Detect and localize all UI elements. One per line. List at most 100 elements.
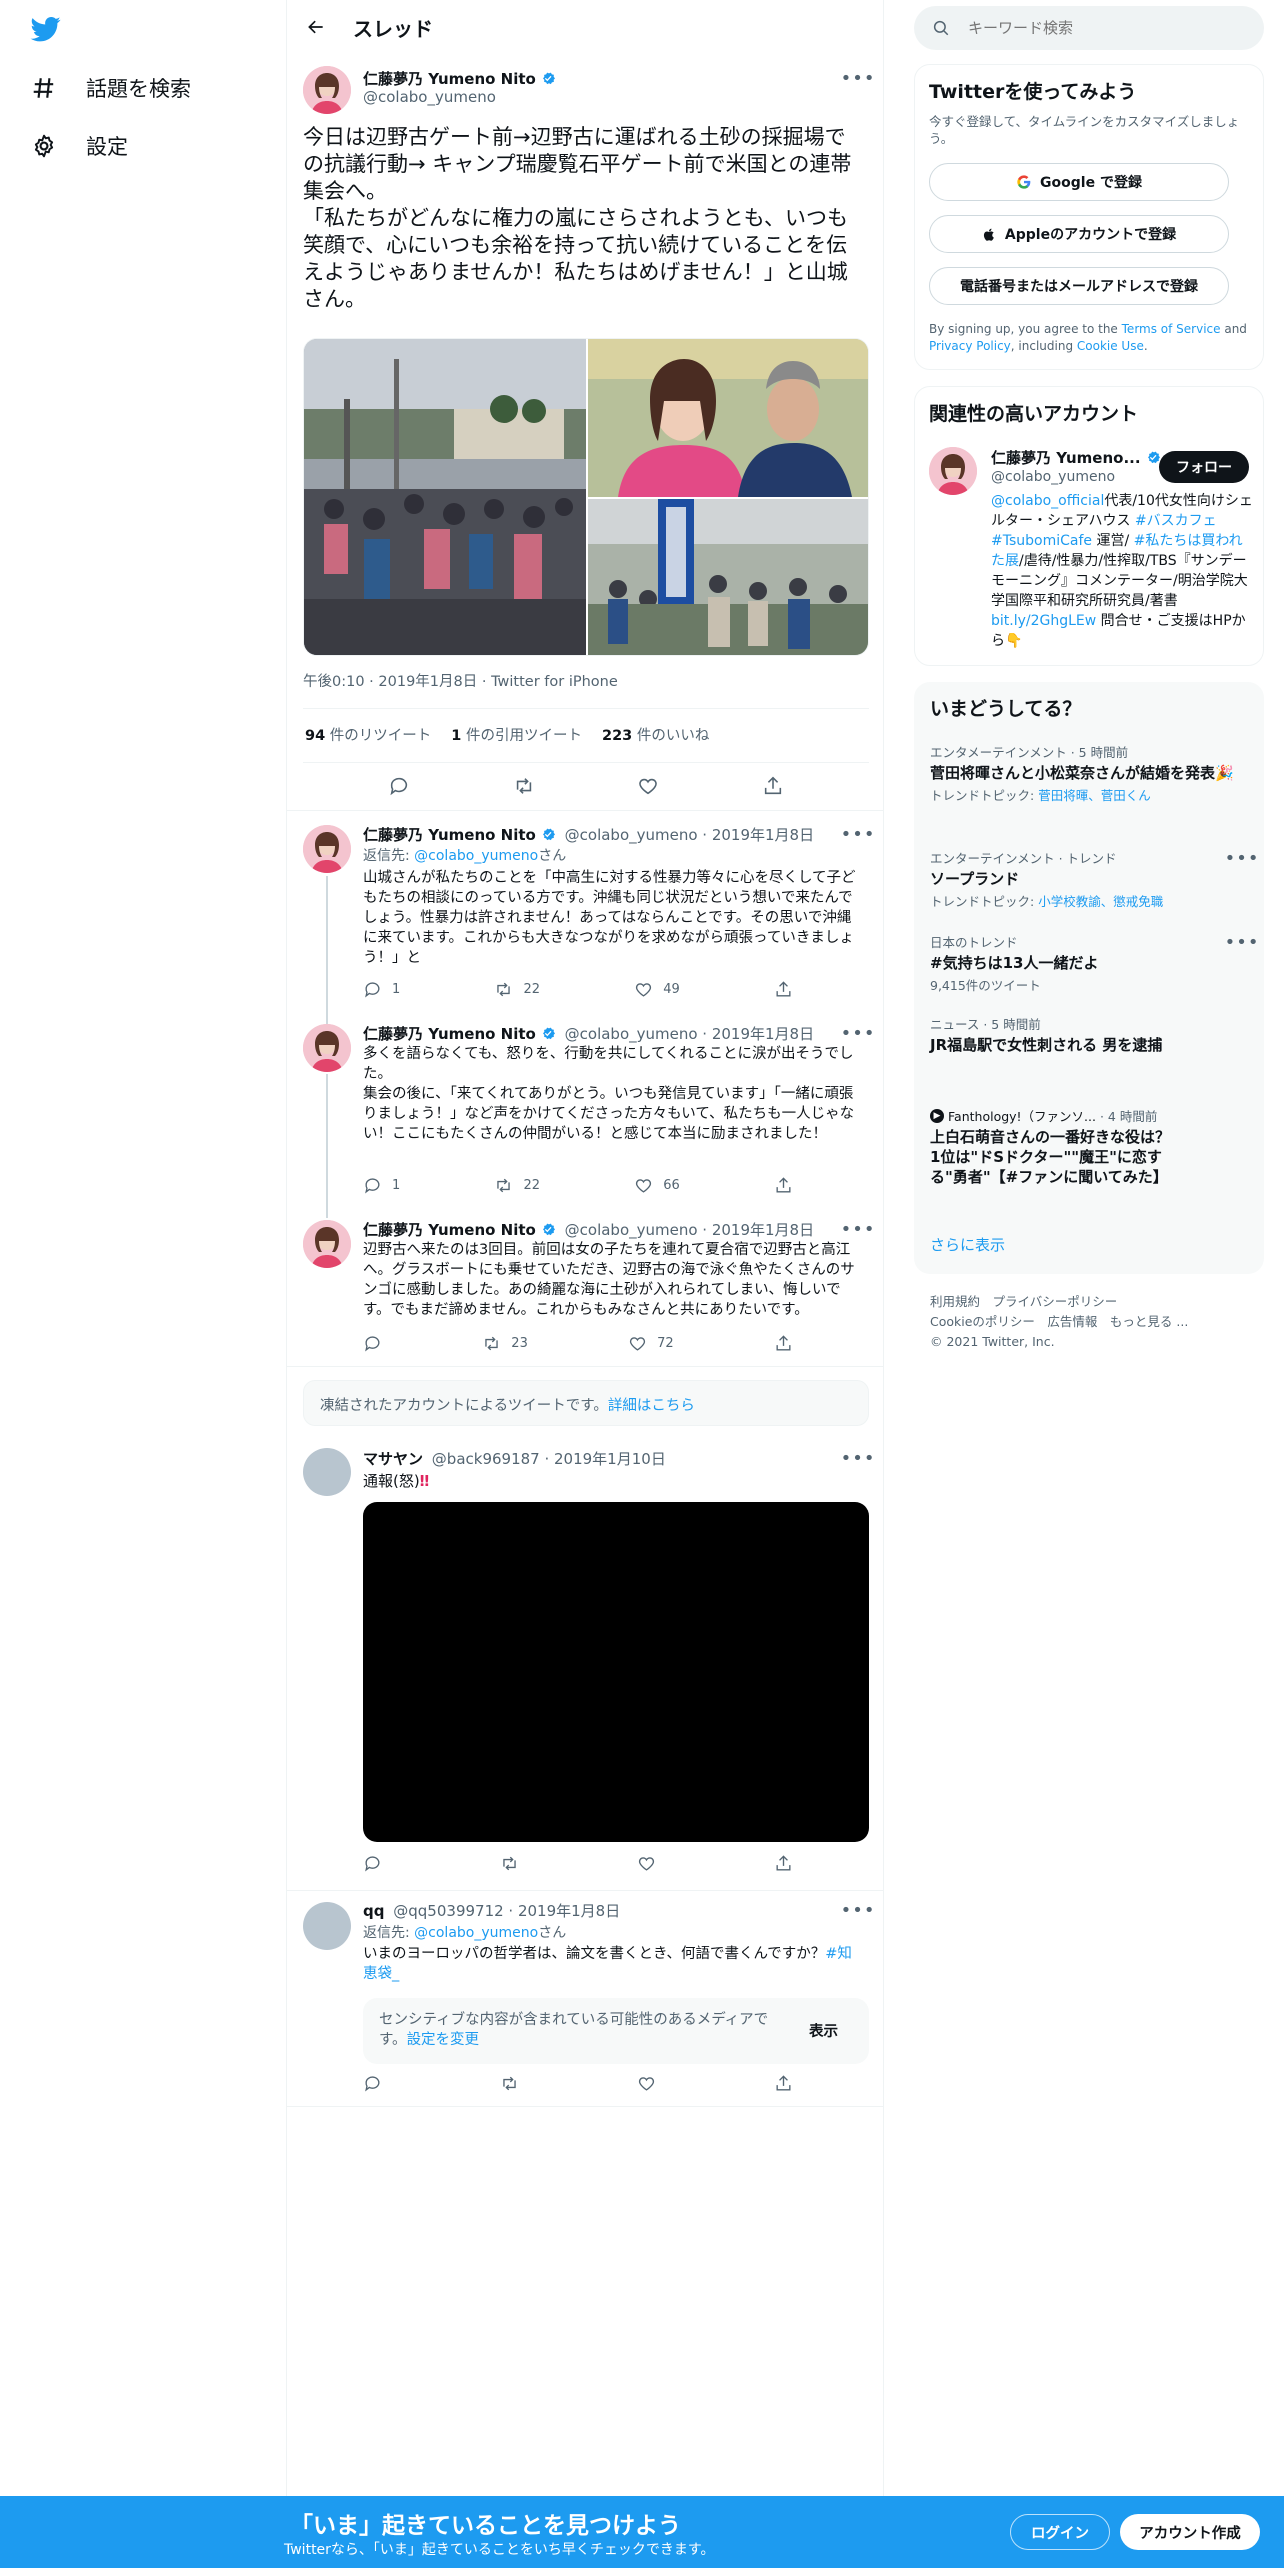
share-icon <box>764 776 781 795</box>
retweet-button[interactable]: 23 <box>482 1334 528 1353</box>
avatar[interactable] <box>303 1448 351 1496</box>
tweet-author[interactable]: 仁藤夢乃 Yumeno Nito <box>363 68 556 89</box>
search-box[interactable] <box>914 6 1264 50</box>
like-button[interactable] <box>637 1854 656 1873</box>
bio-hashtag-buscafe[interactable]: #バスカフェ <box>1135 513 1217 529</box>
reply-button[interactable]: 1 <box>363 1176 400 1195</box>
like-button[interactable]: 72 <box>628 1334 674 1353</box>
tweet-photo-2[interactable] <box>588 339 869 497</box>
tweet-timestamp[interactable]: 午後0:10 · 2019年1月8日 · Twitter for iPhone <box>303 670 618 691</box>
show-media-button[interactable]: 表示 <box>809 2020 838 2041</box>
related-account-name[interactable]: 仁藤夢乃 Yumeno... <box>991 447 1161 468</box>
retweet-button[interactable]: 22 <box>494 1176 540 1195</box>
reply-author[interactable]: 仁藤夢乃 Yumeno Nito @colabo_yumeno · 2019年1… <box>363 1219 814 1240</box>
like-button[interactable] <box>637 775 659 797</box>
bio-mention-link[interactable]: @colabo_official <box>991 493 1104 509</box>
twitter-logo-icon[interactable] <box>30 14 62 44</box>
share-button[interactable] <box>762 775 784 797</box>
verified-badge-icon <box>542 828 555 841</box>
bio-hashtag-tsubomicafe[interactable]: #TsubomiCafe <box>991 533 1092 549</box>
avatar[interactable] <box>303 1024 351 1072</box>
apple-signup-button[interactable]: Appleのアカウントで登録 <box>929 215 1229 253</box>
tweet-video[interactable] <box>363 1502 869 1842</box>
like-count-link[interactable]: 223 件のいいね <box>602 724 709 745</box>
more-options-icon[interactable]: ••• <box>841 1446 875 1470</box>
like-count: 223 <box>602 728 633 744</box>
reply-to-link[interactable]: @colabo_yumeno <box>414 848 538 864</box>
change-settings-link[interactable]: 設定を変更 <box>407 2032 480 2048</box>
login-button[interactable]: ログイン <box>1010 2514 1110 2550</box>
back-arrow-icon[interactable] <box>299 10 333 44</box>
trend-item[interactable]: エンターテインメント · トレンド ソープランド トレンドトピック: 小学校教諭… <box>930 848 1240 910</box>
avatar[interactable] <box>929 447 977 495</box>
tweet-author[interactable]: マサヤン @back969187 · 2019年1月10日 <box>363 1448 666 1469</box>
quote-count-link[interactable]: 1 件の引用ツイート <box>451 724 582 745</box>
reply-button[interactable] <box>388 775 410 797</box>
more-options-icon[interactable]: ••• <box>841 1898 875 1922</box>
avatar[interactable] <box>303 1902 351 1950</box>
more-options-icon[interactable]: ••• <box>841 66 875 90</box>
share-button[interactable] <box>774 2074 793 2093</box>
footer-line-2[interactable]: Cookieのポリシー 広告情報 もっと見る ... <box>930 1312 1188 1332</box>
footer-line-1[interactable]: 利用規約 プライバシーポリシー <box>930 1292 1188 1312</box>
search-input[interactable] <box>968 19 1218 37</box>
phone-email-signup-button[interactable]: 電話番号またはメールアドレスで登録 <box>929 267 1229 305</box>
avatar[interactable] <box>303 1220 351 1268</box>
like-button[interactable] <box>637 2074 656 2093</box>
more-options-icon[interactable]: ••• <box>841 1217 875 1241</box>
signup-button[interactable]: アカウント作成 <box>1120 2514 1260 2550</box>
retweet-button[interactable] <box>500 1854 519 1873</box>
share-button[interactable] <box>774 1176 793 1195</box>
bio-url-link[interactable]: bit.ly/2GhgLEw <box>991 613 1096 629</box>
frozen-notice-link[interactable]: 詳細はこちら <box>608 1398 695 1414</box>
trend-sub-links[interactable]: 菅田将暉、菅田くん <box>1038 788 1151 803</box>
trend-item[interactable]: ニュース · 5 時間前 JR福島駅で女性刺される 男を逮捕 <box>930 1014 1240 1055</box>
follow-button[interactable]: フォロー <box>1159 451 1249 483</box>
retweet-button[interactable] <box>513 775 535 797</box>
author-handle[interactable]: @colabo_yumeno <box>363 88 496 106</box>
reply-to-link[interactable]: @colabo_yumeno <box>414 1925 538 1941</box>
retweet-count-link[interactable]: 94 件のリツイート <box>305 724 431 745</box>
trends-title: いまどうしてる？ <box>930 698 1082 720</box>
nav-settings[interactable]: 設定 <box>28 122 128 170</box>
trend-more-icon[interactable]: ••• <box>1225 846 1259 870</box>
share-button[interactable] <box>774 1334 793 1353</box>
trends-card: いまどうしてる？ エンタメーテインメント · 5 時間前 菅田将暉さんと小松菜奈… <box>914 682 1264 1274</box>
tweet-photo-3[interactable] <box>588 499 869 656</box>
tweet-photo-1[interactable] <box>304 339 586 656</box>
trend-more-icon[interactable]: ••• <box>1225 930 1259 954</box>
google-signup-button[interactable]: Google で登録 <box>929 163 1229 201</box>
tweet-text-block: いまのヨーロッパの哲学者は、論文を書くとき、何語で書くんですか？#知恵袋_ <box>363 1944 863 1984</box>
related-accounts-card: 関連性の高いアカウント 仁藤夢乃 Yumeno... @colabo_yumen… <box>914 386 1264 666</box>
trend-item[interactable]: 日本のトレンド #気持ちは13人一緒だよ 9,415件のツイート <box>930 932 1240 994</box>
share-button[interactable] <box>774 1854 793 1873</box>
trend-sub-links[interactable]: 小学校教諭、懲戒免職 <box>1038 894 1163 909</box>
avatar[interactable] <box>303 825 351 873</box>
retweet-button[interactable] <box>500 2074 519 2093</box>
bottom-bar-title: 「いま」起きていることを見つけよう <box>290 2513 681 2539</box>
terms-link[interactable]: Terms of Service <box>1122 322 1221 336</box>
like-button[interactable]: 49 <box>634 980 680 999</box>
retweet-button[interactable]: 22 <box>494 980 540 999</box>
more-options-icon[interactable]: ••• <box>841 822 875 846</box>
tweet-author[interactable]: qq @qq50399712 · 2019年1月8日 <box>363 1900 620 1921</box>
like-button[interactable]: 66 <box>634 1176 680 1195</box>
cookie-link[interactable]: Cookie Use <box>1077 339 1144 353</box>
reply-button[interactable] <box>363 1854 382 1873</box>
nav-explore[interactable]: 話題を検索 <box>28 64 191 112</box>
reply-author[interactable]: 仁藤夢乃 Yumeno Nito @colabo_yumeno · 2019年1… <box>363 1023 814 1044</box>
avatar[interactable] <box>303 66 351 114</box>
trend-source: Fanthology!（ファンソ... <box>948 1109 1096 1124</box>
legal-text-3: , including <box>1010 339 1077 353</box>
show-more-link[interactable]: さらに表示 <box>930 1234 1005 1255</box>
reply-button[interactable] <box>363 2074 382 2093</box>
reply-button[interactable]: 1 <box>363 980 400 999</box>
reply-button[interactable] <box>363 1334 382 1353</box>
trend-item[interactable]: エンタメーテインメント · 5 時間前 菅田将暉さんと小松菜奈さんが結婚を発表🎉… <box>930 742 1240 804</box>
privacy-link[interactable]: Privacy Policy <box>929 339 1011 353</box>
reply-author[interactable]: 仁藤夢乃 Yumeno Nito @colabo_yumeno · 2019年1… <box>363 824 814 845</box>
trend-item[interactable]: ▶ Fanthology!（ファンソ... · 4 時間前 上白石萌音さんの一番… <box>930 1106 1170 1187</box>
share-button[interactable] <box>774 980 793 999</box>
reply-count: 1 <box>392 982 401 997</box>
more-options-icon[interactable]: ••• <box>841 1021 875 1045</box>
